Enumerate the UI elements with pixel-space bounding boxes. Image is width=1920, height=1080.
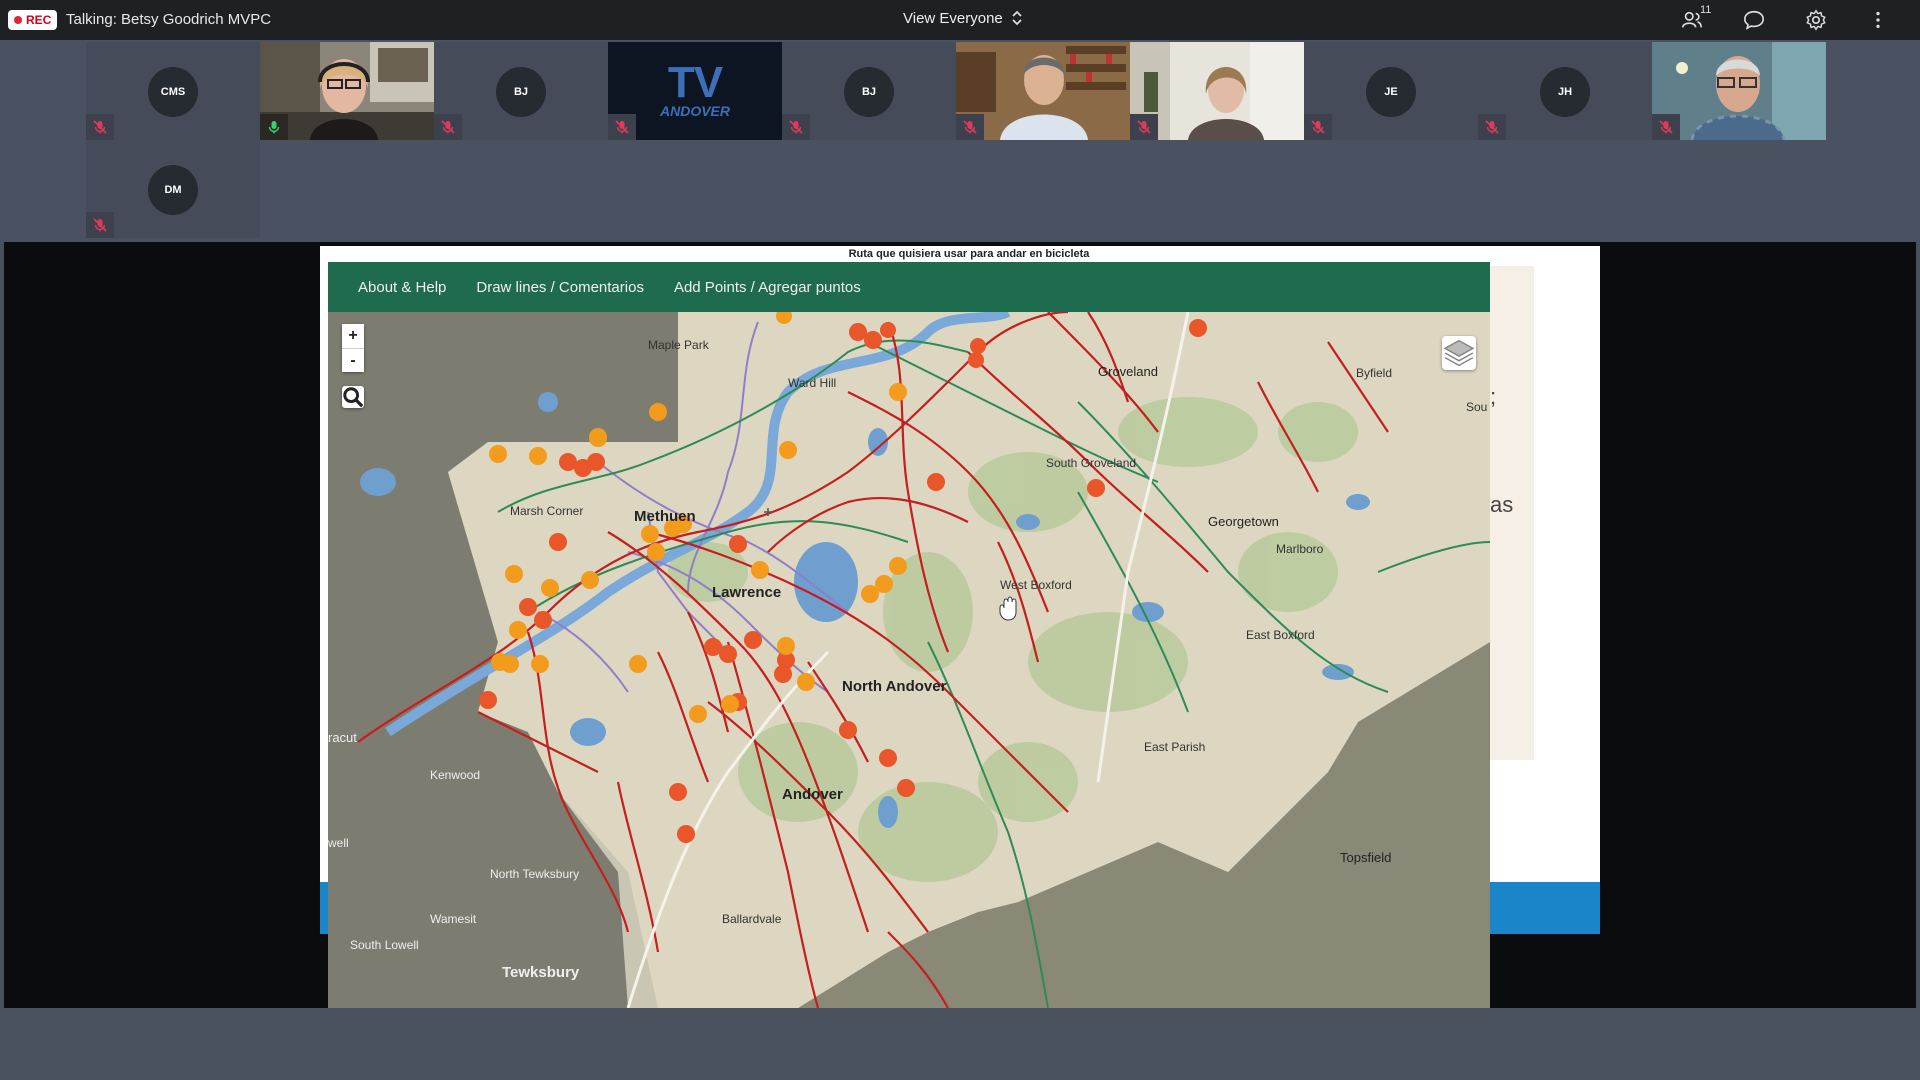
muted-mic-icon (1478, 114, 1506, 140)
more-options-button[interactable] (1864, 6, 1892, 34)
chevron-updown-icon (1012, 10, 1022, 26)
map-label: South Lowell (350, 938, 419, 952)
view-mode-label: View Everyone (903, 9, 1003, 27)
map-label: Byfield (1356, 366, 1393, 380)
layers-button[interactable] (1442, 336, 1476, 370)
map-label: Methuen (634, 508, 696, 525)
participant-tile[interactable] (1130, 42, 1304, 140)
map-label: Georgetown (1208, 514, 1279, 529)
map-label: Tewksbury (502, 964, 580, 981)
avatar: BJ (496, 67, 546, 117)
muted-mic-icon (1130, 114, 1158, 140)
logo-text: TV (667, 58, 723, 107)
nav-draw-lines[interactable]: Draw lines / Comentarios (476, 279, 644, 296)
document-text-fragment: as (1490, 492, 1514, 517)
participant-strip: CMS BJ TV ANDOVER BJ JE JH DM (0, 40, 1920, 240)
map-search-button[interactable] (342, 386, 364, 408)
avatar: DM (148, 165, 198, 215)
participant-tile[interactable]: DM (86, 140, 260, 238)
map-label: Wamesit (430, 912, 477, 926)
speaking-mic-icon (260, 114, 288, 140)
participant-tile[interactable] (260, 42, 434, 140)
map-app: Ruta que quisiera usar para andar en bic… (328, 246, 1490, 1008)
map-label: East Boxford (1246, 628, 1315, 642)
map-navbar: About & Help Draw lines / Comentarios Ad… (328, 262, 1490, 312)
participant-tile[interactable] (956, 42, 1130, 140)
muted-mic-icon (86, 212, 114, 238)
avatar: CMS (148, 67, 198, 117)
participant-tile[interactable]: BJ (434, 42, 608, 140)
map-label: Marsh Corner (510, 504, 584, 518)
map-label: Lawrence (712, 584, 782, 601)
meeting-topbar: REC Talking: Betsy Goodrich MVPC View Ev… (0, 0, 1920, 40)
muted-mic-icon (86, 114, 114, 140)
map-label: South Groveland (1046, 456, 1137, 470)
map-label: Ballardvale (722, 912, 782, 926)
search-icon (343, 387, 364, 408)
record-dot-icon (14, 16, 22, 24)
map-label: Andover (782, 786, 843, 803)
participant-tile[interactable]: JE (1304, 42, 1478, 140)
recording-indicator: REC (8, 10, 58, 30)
settings-button[interactable] (1802, 6, 1830, 34)
map-label: North Tewksbury (490, 867, 580, 881)
participant-count: 11 (1700, 4, 1712, 16)
talking-indicator: Talking: Betsy Goodrich MVPC (66, 11, 272, 28)
logo-subtext: ANDOVER (659, 103, 730, 119)
map-label: Groveland (1098, 364, 1158, 379)
more-vertical-icon (1876, 11, 1880, 29)
chat-button[interactable] (1740, 6, 1768, 34)
map-label: West Boxford (1000, 578, 1072, 592)
avatar: JH (1540, 67, 1590, 117)
participant-tile[interactable]: BJ (782, 42, 956, 140)
participant-tile[interactable]: CMS (86, 42, 260, 140)
rec-label: REC (26, 13, 52, 27)
participant-tile[interactable]: JH (1478, 42, 1652, 140)
document-text-fragment: ; (1490, 384, 1497, 409)
nav-about-help[interactable]: About & Help (358, 279, 446, 296)
map-label: North Andover (842, 678, 947, 695)
map-label: Maple Park (648, 338, 709, 352)
avatar: BJ (844, 67, 894, 117)
gear-icon (1806, 9, 1826, 31)
map-graphic (328, 312, 1490, 1008)
participant-tile[interactable]: TV ANDOVER (608, 42, 782, 140)
participant-tile[interactable] (1652, 42, 1826, 140)
avatar: JE (1366, 67, 1416, 117)
view-mode-selector[interactable]: View Everyone (903, 9, 1023, 27)
map-label: Marlboro (1276, 542, 1324, 556)
map-label: Topsfield (1340, 850, 1392, 865)
map-label: well (328, 836, 349, 850)
map-label: Ward Hill (788, 376, 837, 390)
muted-mic-icon (608, 114, 636, 140)
map-label: East Parish (1144, 740, 1206, 754)
map-canvas[interactable]: Maple Park Ward Hill Groveland Byfield S… (328, 312, 1490, 1008)
nav-add-points[interactable]: Add Points / Agregar puntos (674, 279, 861, 296)
map-caption: Ruta que quisiera usar para andar en bic… (328, 246, 1490, 262)
muted-mic-icon (1304, 114, 1332, 140)
muted-mic-icon (434, 114, 462, 140)
participants-button[interactable]: 11 (1678, 4, 1711, 34)
layers-icon (1443, 339, 1475, 367)
map-label: Kenwood (430, 768, 481, 782)
muted-mic-icon (782, 114, 810, 140)
chat-bubble-icon (1744, 10, 1764, 30)
muted-mic-icon (1652, 114, 1680, 140)
muted-mic-icon (956, 114, 984, 140)
